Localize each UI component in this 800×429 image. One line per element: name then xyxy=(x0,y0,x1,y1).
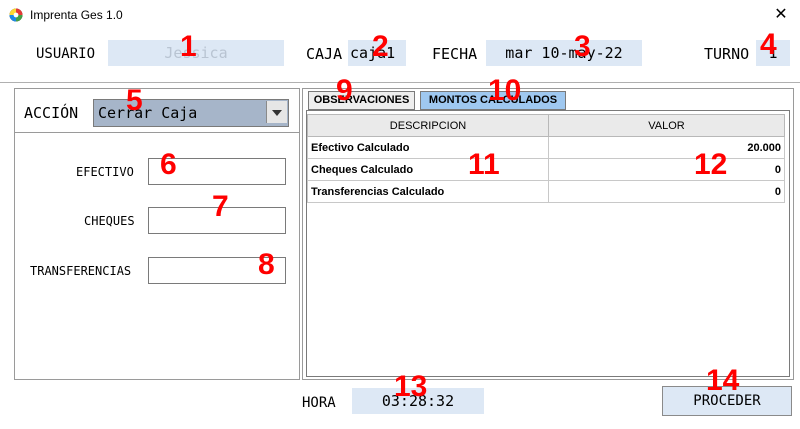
column-header-valor[interactable]: VALOR xyxy=(548,114,785,137)
fecha-field: mar 10-may-22 xyxy=(486,40,642,66)
annotation-8: 8 xyxy=(258,248,275,281)
app-logo-icon xyxy=(9,8,23,22)
header-divider xyxy=(0,82,800,83)
efectivo-label: EFECTIVO xyxy=(76,165,134,179)
annotation-5: 5 xyxy=(126,84,143,117)
annotation-14: 14 xyxy=(706,364,740,397)
tab-observaciones[interactable]: OBSERVACIONES xyxy=(308,91,415,110)
annotation-12: 12 xyxy=(694,148,728,181)
close-icon[interactable]: ✕ xyxy=(770,4,792,26)
annotation-1: 1 xyxy=(180,30,197,63)
accion-selected-value: Cerrar Caja xyxy=(98,104,198,122)
window-title: Imprenta Ges 1.0 xyxy=(30,8,123,22)
table-row[interactable]: Transferencias Calculado 0 xyxy=(307,180,785,203)
cheques-label: CHEQUES xyxy=(84,214,135,228)
accion-label: ACCIÓN xyxy=(24,104,79,122)
cell-valor: 20.000 xyxy=(548,136,785,159)
cell-descripcion: Efectivo Calculado xyxy=(307,136,549,159)
column-header-descripcion[interactable]: DESCRIPCION xyxy=(307,114,549,137)
dropdown-arrow-button[interactable] xyxy=(266,101,287,123)
fecha-label: FECHA xyxy=(432,45,478,63)
cell-descripcion: Transferencias Calculado xyxy=(307,180,549,203)
annotation-2: 2 xyxy=(372,30,389,63)
chevron-down-icon xyxy=(272,110,282,116)
usuario-label: USUARIO xyxy=(36,46,96,62)
accion-dropdown[interactable]: Cerrar Caja xyxy=(93,99,289,127)
annotation-9: 9 xyxy=(336,74,353,107)
annotation-7: 7 xyxy=(212,190,229,223)
annotation-11: 11 xyxy=(468,148,500,181)
cell-valor: 0 xyxy=(548,180,785,203)
annotation-13: 13 xyxy=(394,370,428,403)
annotation-4: 4 xyxy=(760,28,777,61)
left-panel-divider xyxy=(14,132,300,133)
annotation-10: 10 xyxy=(488,74,522,107)
cell-valor: 0 xyxy=(548,158,785,181)
turno-label: TURNO xyxy=(704,45,750,63)
annotation-6: 6 xyxy=(160,148,177,181)
annotation-3: 3 xyxy=(574,30,591,63)
caja-label: CAJA xyxy=(306,45,343,63)
cell-descripcion: Cheques Calculado xyxy=(307,158,549,181)
hora-label: HORA xyxy=(302,395,336,411)
transferencias-label: TRANSFERENCIAS xyxy=(30,264,132,278)
